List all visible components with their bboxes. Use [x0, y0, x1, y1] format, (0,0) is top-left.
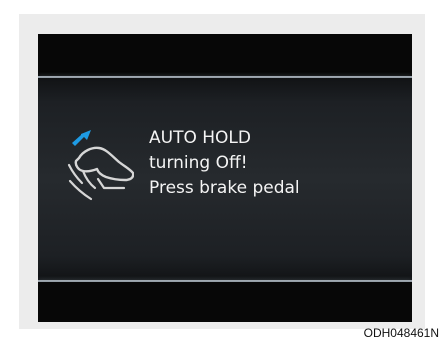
figure-code: ODH048461N [363, 326, 439, 340]
display-bottom-band [38, 282, 412, 322]
brake-pedal-arc [67, 163, 84, 185]
message-line-2: turning Off! [149, 153, 248, 173]
warning-message: AUTO HOLD turning Off! Press brake pedal [149, 126, 399, 201]
message-line-1: AUTO HOLD [149, 128, 251, 148]
shoe-heel-line [81, 169, 97, 190]
pedal-lower-line [68, 179, 93, 201]
display-top-band [38, 34, 412, 77]
blue-arrow-icon [72, 130, 91, 146]
cluster-display: AUTO HOLD turning Off! Press brake pedal [38, 34, 412, 322]
message-line-3: Press brake pedal [149, 178, 300, 198]
foot-on-brake-pedal-icon [62, 127, 134, 209]
